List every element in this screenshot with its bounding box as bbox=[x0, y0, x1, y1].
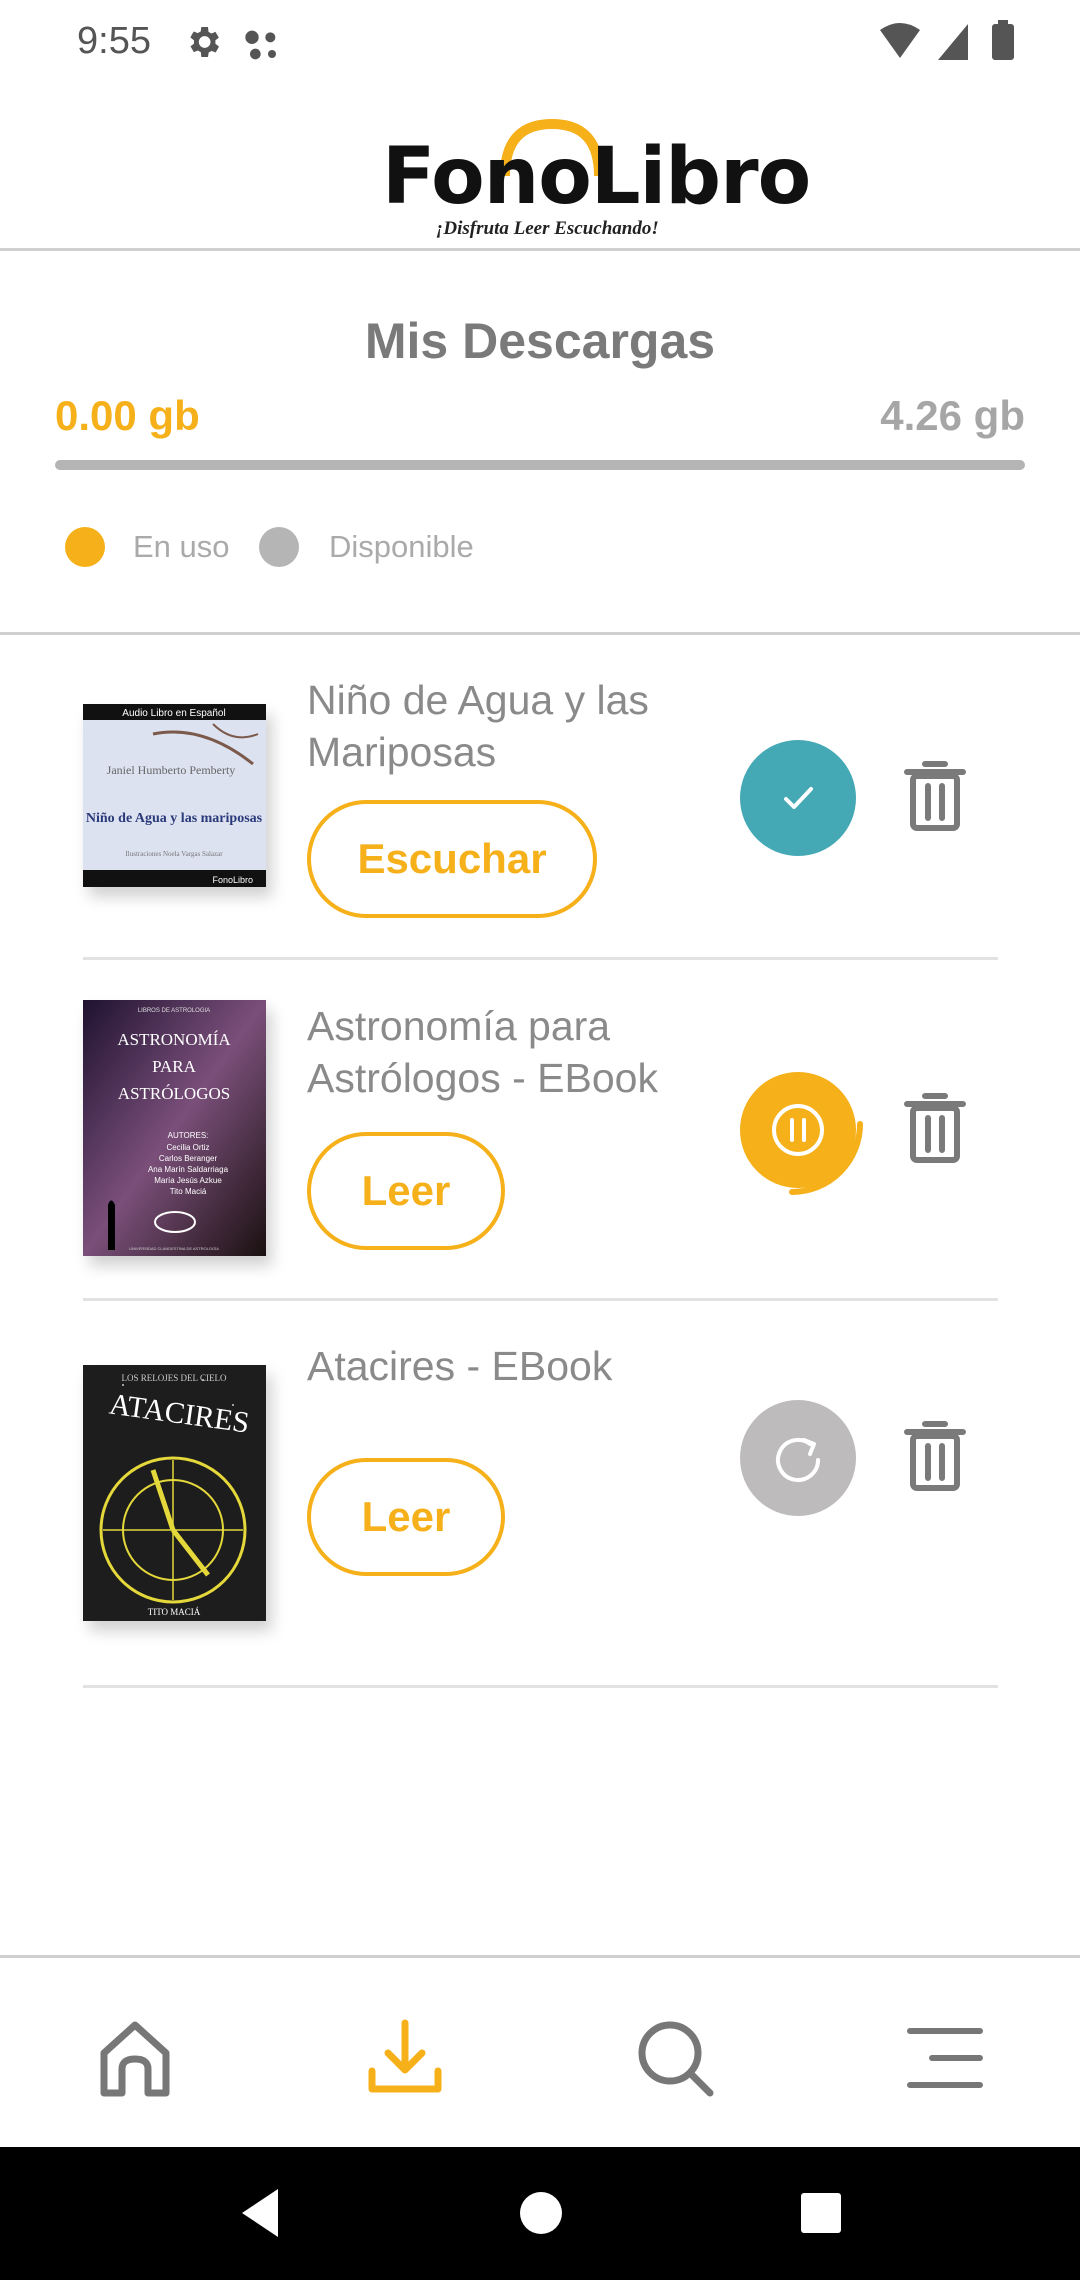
cover-illustrator: Ilustraciones Noela Vargas Salazar bbox=[125, 850, 223, 858]
cover-authors-label: AUTORES: bbox=[168, 1131, 209, 1140]
pause-icon bbox=[772, 1104, 863, 1195]
check-icon bbox=[784, 787, 813, 809]
status-bar: 9:55 bbox=[0, 0, 1080, 84]
storage-summary: Mis Descargas 0.00 gb 4.26 gb En uso Dis… bbox=[0, 250, 1080, 635]
fonolibro-logo: FonoLibro ¡Disfruta Leer Escuchando! bbox=[382, 106, 811, 239]
storage-used-value: 0.00 gb bbox=[55, 392, 200, 439]
cover-art: LOS RELOJES DEL CIELO ATACIRES TITO MACI… bbox=[83, 1365, 266, 1621]
cover-author: Janiel Humberto Pemberty bbox=[107, 763, 236, 777]
cover-title-line-2: PARA bbox=[152, 1057, 197, 1076]
storage-total-value: 4.26 gb bbox=[880, 392, 1025, 439]
cover-author: Tito Maciá bbox=[170, 1187, 207, 1196]
gear-icon bbox=[190, 27, 219, 57]
cover-art: Audio Libro en Español Janiel Humberto P… bbox=[83, 704, 266, 887]
storage-progress-bar bbox=[55, 460, 1025, 470]
listen-button[interactable]: Escuchar bbox=[307, 800, 597, 918]
page-title: Mis Descargas bbox=[364, 313, 716, 369]
menu-icon[interactable] bbox=[900, 2013, 990, 2103]
search-icon[interactable] bbox=[630, 2013, 720, 2103]
book-cover[interactable]: LOS RELOJES DEL CIELO ATACIRES TITO MACI… bbox=[83, 1365, 266, 1621]
back-icon[interactable] bbox=[236, 2183, 286, 2243]
home-circle-icon[interactable] bbox=[516, 2183, 566, 2243]
download-item: LIBROS DE ASTROLOGIA ASTRONOMÍA PARA AST… bbox=[83, 960, 998, 1301]
legend-dot-available bbox=[259, 527, 299, 567]
download-status-complete[interactable] bbox=[740, 740, 856, 856]
cover-top-text: Audio Libro en Español bbox=[122, 708, 225, 719]
cover-author: Cecilia Ortiz bbox=[166, 1143, 209, 1152]
cover-book-title: Niño de Agua y las mariposas bbox=[86, 811, 263, 826]
read-button[interactable]: Leer bbox=[307, 1458, 505, 1576]
cover-author: María Jesús Azkue bbox=[154, 1176, 222, 1185]
trash-icon[interactable] bbox=[903, 1418, 967, 1492]
assistant-dots-icon bbox=[245, 30, 276, 60]
cover-top-text: LOS RELOJES DEL CIELO bbox=[122, 1373, 227, 1383]
read-button[interactable]: Leer bbox=[307, 1132, 505, 1250]
legend-label-available: Disponible bbox=[329, 529, 474, 564]
refresh-icon bbox=[776, 1438, 820, 1482]
download-item: Audio Libro en Español Janiel Humberto P… bbox=[83, 632, 998, 960]
logo-wordmark: FonoLibro bbox=[382, 132, 811, 222]
download-icon[interactable] bbox=[360, 2013, 450, 2103]
trash-icon[interactable] bbox=[903, 758, 967, 832]
cover-author: Carlos Beranger bbox=[159, 1154, 218, 1163]
cover-top-text: LIBROS DE ASTROLOGIA bbox=[138, 1008, 210, 1014]
cover-art: LIBROS DE ASTROLOGIA ASTRONOMÍA PARA AST… bbox=[83, 1000, 266, 1256]
recents-icon[interactable] bbox=[796, 2183, 846, 2243]
logo-tagline: ¡Disfruta Leer Escuchando! bbox=[436, 218, 659, 239]
legend-label-used: En uso bbox=[133, 529, 230, 564]
cover-author: Ana Marín Saldarriaga bbox=[148, 1165, 229, 1174]
cover-title-line-1: ASTRONOMÍA bbox=[117, 1030, 231, 1049]
cell-signal-icon bbox=[938, 24, 968, 60]
system-navigation-bar bbox=[0, 2147, 1080, 2280]
download-title[interactable]: Astronomía para Astrólogos - EBook bbox=[307, 1000, 737, 1104]
book-cover[interactable]: LIBROS DE ASTROLOGIA ASTRONOMÍA PARA AST… bbox=[83, 1000, 266, 1256]
download-status-retry[interactable] bbox=[740, 1400, 856, 1516]
app-header: FonoLibro ¡Disfruta Leer Escuchando! bbox=[0, 84, 1080, 251]
download-item: LOS RELOJES DEL CIELO ATACIRES TITO MACI… bbox=[83, 1300, 998, 1688]
wifi-icon bbox=[880, 23, 920, 58]
battery-icon bbox=[992, 20, 1014, 60]
download-title[interactable]: Niño de Agua y las Mariposas bbox=[307, 674, 737, 778]
download-title[interactable]: Atacires - EBook bbox=[307, 1340, 737, 1392]
cover-author: TITO MACIÁ bbox=[148, 1607, 201, 1617]
system-status-icons bbox=[880, 20, 1014, 60]
bottom-navigation bbox=[0, 1955, 1080, 2150]
book-cover[interactable]: Audio Libro en Español Janiel Humberto P… bbox=[83, 704, 266, 887]
cover-title-line-3: ASTRÓLOGOS bbox=[118, 1084, 230, 1103]
legend-dot-used bbox=[65, 527, 105, 567]
cover-brand: FonoLibro bbox=[212, 875, 253, 885]
trash-icon[interactable] bbox=[903, 1090, 967, 1164]
status-time: 9:55 bbox=[77, 20, 151, 62]
cover-footer: UNIVERSIDAD CLANDESTINA DE ASTROLOGÍA bbox=[129, 1246, 219, 1251]
home-icon[interactable] bbox=[90, 2013, 180, 2103]
download-status-in-progress[interactable] bbox=[740, 1072, 863, 1195]
